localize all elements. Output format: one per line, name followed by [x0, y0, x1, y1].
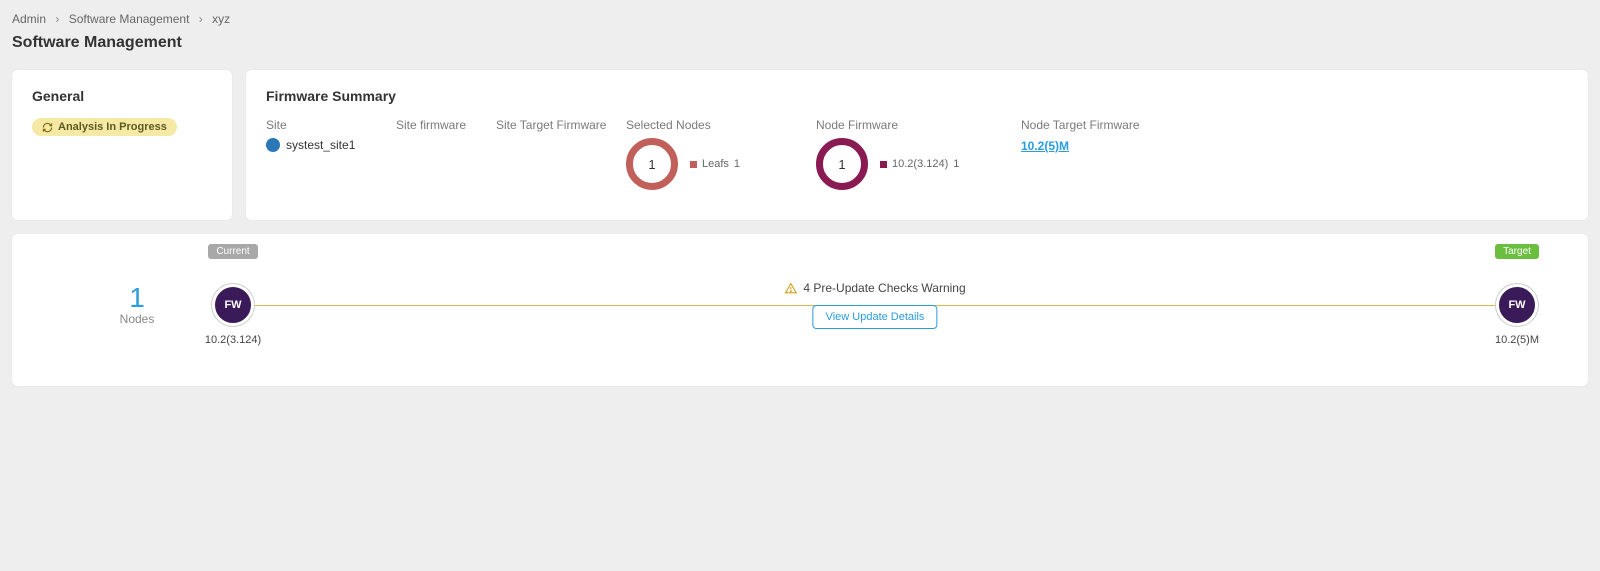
warning-row: 4 Pre-Update Checks Warning	[776, 281, 973, 295]
badge-current: Current	[208, 244, 257, 259]
site-value: systest_site1	[286, 138, 355, 152]
legend-nodefw: 10.2(3.124) 1	[880, 158, 959, 170]
globe-icon	[266, 138, 280, 152]
donut-selected-value: 1	[648, 157, 655, 172]
card-general: General Analysis In Progress	[12, 70, 232, 220]
label-node-fw: Node Firmware	[816, 118, 1011, 132]
breadcrumb-admin[interactable]: Admin	[12, 12, 46, 26]
status-badge: Analysis In Progress	[32, 118, 177, 136]
legend-swatch	[880, 161, 887, 168]
version-target: 10.2(5)M	[1495, 334, 1539, 346]
fw-dot-current: FW	[212, 284, 254, 326]
donut-nodefw-value: 1	[838, 157, 845, 172]
legend-label: Leafs	[702, 158, 729, 170]
legend-swatch	[690, 161, 697, 168]
progress-line: 4 Pre-Update Checks Warning View Update …	[254, 305, 1496, 306]
status-text: Analysis In Progress	[58, 121, 167, 133]
refresh-icon	[42, 122, 53, 133]
view-update-details-button[interactable]: View Update Details	[813, 305, 938, 329]
warning-icon	[784, 282, 797, 295]
breadcrumb-sep: ›	[55, 12, 59, 26]
node-target-link[interactable]: 10.2(5)M	[1021, 139, 1069, 153]
node-current: Current FW 10.2(3.124)	[212, 284, 254, 326]
firmware-title: Firmware Summary	[266, 88, 1568, 104]
node-target: Target FW 10.2(5)M	[1496, 284, 1538, 326]
label-site-fw: Site firmware	[396, 118, 486, 132]
card-progress: 1 Nodes Current FW 10.2(3.124) 4 Pre-Upd…	[12, 234, 1588, 386]
label-site: Site	[266, 118, 386, 132]
legend-selected: Leafs 1	[690, 158, 740, 170]
label-selected: Selected Nodes	[626, 118, 806, 132]
version-current: 10.2(3.124)	[205, 334, 261, 346]
page-title: Software Management	[12, 34, 1588, 52]
card-firmware-summary: Firmware Summary Site systest_site1 Site…	[246, 70, 1588, 220]
donut-selected: 1	[626, 138, 678, 190]
legend-label: 10.2(3.124)	[892, 158, 948, 170]
breadcrumb-software[interactable]: Software Management	[69, 12, 190, 26]
breadcrumb-sep: ›	[199, 12, 203, 26]
legend-count: 1	[953, 158, 959, 170]
label-node-target: Node Target Firmware	[1021, 118, 1161, 132]
breadcrumb-current: xyz	[212, 12, 230, 26]
general-title: General	[32, 88, 212, 104]
warning-text: 4 Pre-Update Checks Warning	[803, 281, 965, 295]
label-site-target: Site Target Firmware	[496, 118, 616, 132]
breadcrumb: Admin › Software Management › xyz	[12, 12, 1588, 26]
badge-target: Target	[1495, 244, 1539, 259]
donut-node-fw: 1	[816, 138, 868, 190]
fw-dot-target: FW	[1496, 284, 1538, 326]
legend-count: 1	[734, 158, 740, 170]
nodes-label: Nodes	[62, 312, 212, 326]
nodes-count: 1	[62, 284, 212, 312]
